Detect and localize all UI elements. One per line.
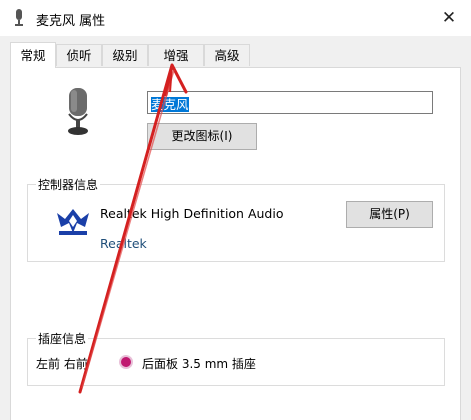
microphone-icon (68, 88, 88, 135)
jack-location: 左前 右前 (36, 357, 88, 371)
tab-enhancements[interactable]: 增强 (148, 44, 204, 66)
jack-info-label: 插座信息 (36, 330, 89, 347)
controller-info-label: 控制器信息 (36, 176, 101, 193)
jack-color-indicator (119, 355, 133, 369)
close-button[interactable]: ✕ (436, 6, 462, 30)
microphone-title-icon (15, 9, 23, 26)
controller-vendor-link[interactable]: Realtek (100, 236, 147, 251)
device-name-value: 麦克风 (151, 97, 189, 112)
title-bar: 麦克风 属性 ✕ (0, 0, 471, 36)
tab-general[interactable]: 常规 (10, 42, 56, 68)
tab-levels[interactable]: 级别 (102, 44, 148, 66)
change-icon-button[interactable]: 更改图标(I) (147, 123, 257, 150)
window-title: 麦克风 属性 (36, 14, 106, 29)
realtek-icon (57, 209, 89, 235)
properties-button[interactable]: 属性(P) (346, 201, 433, 228)
tab-listen[interactable]: 侦听 (56, 44, 102, 66)
tab-advanced[interactable]: 高级 (204, 44, 250, 66)
device-name-input[interactable]: 麦克风 (147, 91, 433, 114)
controller-name: Realtek High Definition Audio (100, 206, 284, 221)
jack-description: 后面板 3.5 mm 插座 (142, 357, 256, 371)
